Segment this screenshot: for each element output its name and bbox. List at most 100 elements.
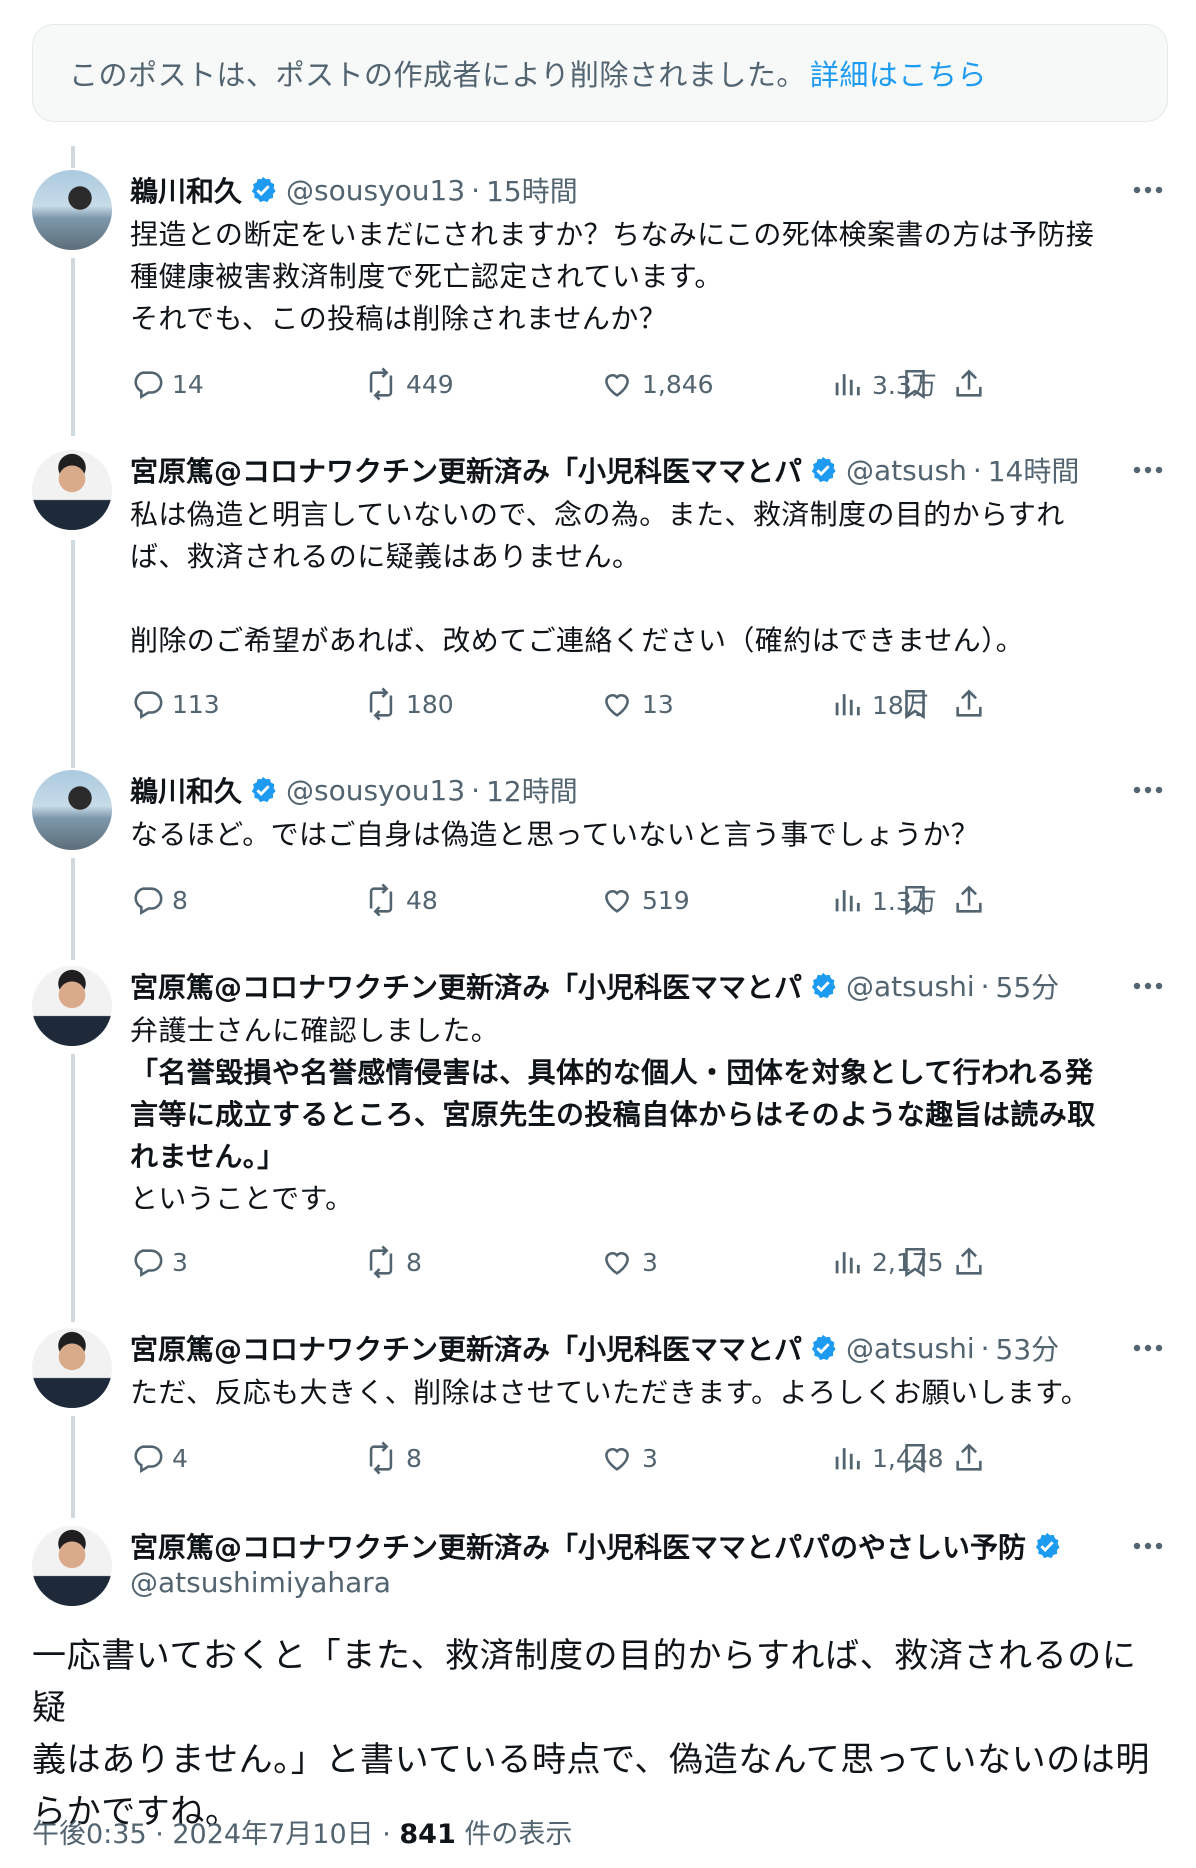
like-icon <box>605 890 629 913</box>
repost-button[interactable]: 8 <box>364 1438 422 1478</box>
bookmark-icon <box>905 1247 925 1278</box>
learn-more-link[interactable]: 詳細はこちら <box>810 52 987 94</box>
more-icon[interactable] <box>1128 1328 1164 1368</box>
reply-button[interactable]: 3 <box>130 1242 188 1282</box>
repost-button[interactable]: 449 <box>364 364 454 404</box>
user-handle[interactable]: @sousyou13 <box>286 174 465 207</box>
tweet-text: 一応書いておくと「また、救済制度の目的からすれば、救済されるのに疑 義はありませ… <box>32 1630 1164 1838</box>
reply-icon <box>134 691 163 720</box>
share-button[interactable] <box>952 1242 994 1282</box>
like-button[interactable]: 3 <box>600 1242 658 1282</box>
reply-button[interactable]: 4 <box>130 1438 188 1478</box>
separator-dot: · <box>980 1331 990 1365</box>
reply-button[interactable]: 8 <box>130 880 188 920</box>
avatar[interactable] <box>32 1526 112 1606</box>
tweet-line: それでも、この投稿は削除されませんか？ <box>130 302 668 335</box>
avatar[interactable] <box>32 770 112 850</box>
tweet-line: 削除のご希望があれば、改めてご連絡ください（確約はできません）。 <box>130 624 1024 657</box>
user-handle[interactable]: @atsushi <box>846 970 975 1003</box>
user-handle[interactable]: @atsushimiyahara <box>130 1566 391 1599</box>
avatar[interactable] <box>32 170 112 250</box>
tweet-time[interactable]: 15時間 <box>486 170 578 210</box>
repost-count: 48 <box>406 885 438 915</box>
more-icon[interactable] <box>1128 170 1164 210</box>
reply-button[interactable]: 14 <box>130 364 204 404</box>
action-bar: 8 48 519 1.3万 <box>130 880 1172 920</box>
share-button[interactable] <box>952 1438 994 1478</box>
views-icon <box>835 1448 860 1470</box>
tweet-line: 弁護士さんに確認しました。 <box>130 1014 500 1047</box>
reply-button[interactable]: 113 <box>130 684 220 724</box>
verified-badge-icon <box>811 1334 836 1361</box>
separator-dot: · <box>980 969 990 1003</box>
verified-badge-icon <box>251 776 276 803</box>
views-icon <box>835 374 860 396</box>
display-name[interactable]: 宮原篤@コロナワクチン更新済み「小児科医ママとパパのやさしい予防 <box>130 1526 1026 1566</box>
avatar[interactable] <box>32 450 112 530</box>
tweet-time[interactable]: 12時間 <box>486 770 578 810</box>
views-icon <box>835 694 860 716</box>
repost-button[interactable]: 8 <box>364 1242 422 1282</box>
bookmark-icon <box>905 689 925 720</box>
like-button[interactable]: 13 <box>600 684 674 724</box>
more-icon[interactable] <box>1128 450 1164 490</box>
user-handle[interactable]: @sousyou13 <box>286 774 465 807</box>
reply-count: 4 <box>172 1443 188 1473</box>
display-name[interactable]: 宮原篤@コロナワクチン更新済み「小児科医ママとパ <box>130 450 802 490</box>
bookmark-button[interactable] <box>898 880 940 920</box>
tweet-line: ただ、反応も大きく、削除はさせていただきます。よろしくお願いします。 <box>130 1376 1090 1409</box>
action-bar: 4 8 3 1,448 <box>130 1438 1172 1478</box>
user-handle[interactable]: @atsushi <box>846 1332 975 1365</box>
tweet-header: 宮原篤@コロナワクチン更新済み「小児科医ママとパ @atsushi · 55分 <box>130 966 1116 1006</box>
display-name[interactable]: 鵜川和久 <box>130 170 242 210</box>
tweet-text: 弁護士さんに確認しました。 「名誉毀損や名誉感情侵害は、具体的な個人・団体を対象… <box>130 1010 1164 1220</box>
view-label: 件の表示 <box>455 1819 573 1850</box>
share-icon <box>956 689 982 717</box>
tweet-line <box>130 578 1164 620</box>
like-icon <box>605 374 629 397</box>
repost-count: 8 <box>406 1247 422 1277</box>
separator-dot: · <box>471 773 481 807</box>
bookmark-button[interactable] <box>898 684 940 724</box>
display-name[interactable]: 宮原篤@コロナワクチン更新済み「小児科医ママとパ <box>130 1328 802 1368</box>
deleted-notice-text: このポストは、ポストの作成者により削除されました。 <box>69 58 806 92</box>
display-name[interactable]: 宮原篤@コロナワクチン更新済み「小児科医ママとパ <box>130 966 802 1006</box>
tweet-text: 私は偽造と明言していないので、念の為。また、救済制度の目的からすれ ば、救済され… <box>130 494 1164 662</box>
bookmark-button[interactable] <box>898 364 940 404</box>
share-icon <box>956 369 982 397</box>
like-button[interactable]: 519 <box>600 880 690 920</box>
like-count: 519 <box>642 885 690 915</box>
repost-icon <box>369 1245 393 1279</box>
view-count: 841 <box>399 1819 456 1850</box>
more-icon[interactable] <box>1128 1526 1164 1566</box>
share-button[interactable] <box>952 684 994 724</box>
action-bar: 113 180 13 18万 <box>130 684 1172 724</box>
tweet-header: 宮原篤@コロナワクチン更新済み「小児科医ママとパ @atsush · 14時間 <box>130 450 1116 490</box>
share-button[interactable] <box>952 880 994 920</box>
tweet-time[interactable]: 14時間 <box>988 450 1080 490</box>
user-handle[interactable]: @atsush <box>846 454 967 487</box>
avatar[interactable] <box>32 1328 112 1408</box>
more-icon[interactable] <box>1128 966 1164 1006</box>
thread-connector <box>71 540 75 768</box>
tweet-header: 宮原篤@コロナワクチン更新済み「小児科医ママとパ @atsushi · 53分 <box>130 1328 1116 1368</box>
share-icon <box>956 1443 982 1471</box>
action-bar: 14 449 1,846 3.3万 <box>130 364 1172 404</box>
reply-icon <box>134 371 163 400</box>
action-bar: 3 8 3 2,175 <box>130 1242 1172 1282</box>
display-name[interactable]: 鵜川和久 <box>130 770 242 810</box>
tweet-line: 一応書いておくと「また、救済制度の目的からすれば、救済されるのに疑 <box>32 1636 1137 1728</box>
repost-button[interactable]: 48 <box>364 880 438 920</box>
repost-button[interactable]: 180 <box>364 684 454 724</box>
tweet-line: 捏造との断定をいまだにされますか？ちなみにこの死体検案書の方は予防接 <box>130 218 1095 251</box>
bookmark-button[interactable] <box>898 1438 940 1478</box>
post-timestamp[interactable]: 午後0:35 · 2024年7月10日 · <box>32 1819 399 1850</box>
bookmark-button[interactable] <box>898 1242 940 1282</box>
like-button[interactable]: 3 <box>600 1438 658 1478</box>
more-icon[interactable] <box>1128 770 1164 810</box>
share-button[interactable] <box>952 364 994 404</box>
like-button[interactable]: 1,846 <box>600 364 714 404</box>
tweet-time[interactable]: 53分 <box>996 1328 1060 1368</box>
avatar[interactable] <box>32 966 112 1046</box>
tweet-time[interactable]: 55分 <box>996 966 1060 1006</box>
